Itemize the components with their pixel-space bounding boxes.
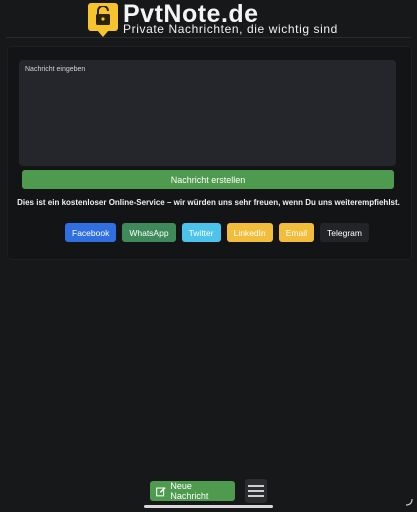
message-input[interactable] (19, 60, 396, 166)
hamburger-icon-bar (248, 485, 264, 487)
home-indicator[interactable] (144, 505, 273, 508)
app-header: PvtNote.de Private Nachrichten, die wich… (0, 0, 417, 38)
hamburger-icon-bar (248, 490, 264, 492)
lock-logo-icon (88, 3, 118, 37)
share-telegram-button[interactable]: Telegram (320, 223, 369, 242)
share-email-button[interactable]: Email (278, 223, 314, 242)
bottom-toolbar: Neue Nachricht (150, 479, 267, 503)
menu-button[interactable] (245, 479, 267, 503)
share-twitter-button[interactable]: Twitter (181, 223, 221, 242)
create-message-button[interactable]: Nachricht erstellen (22, 170, 394, 189)
header-divider (6, 37, 411, 38)
share-whatsapp-button[interactable]: WhatsApp (122, 223, 176, 242)
share-facebook-button[interactable]: Facebook (65, 223, 117, 242)
hamburger-icon-bar (248, 495, 264, 497)
new-message-button[interactable]: Neue Nachricht (150, 481, 235, 501)
info-text: Dies ist ein kostenloser Online-Service … (17, 198, 400, 207)
brand-tagline: Private Nachrichten, die wichtig sind (123, 22, 338, 36)
resize-grip-icon[interactable] (405, 498, 413, 506)
share-buttons: Facebook WhatsApp Twitter LinkedIn Email… (65, 223, 369, 242)
edit-icon (156, 486, 166, 496)
share-linkedin-button[interactable]: LinkedIn (226, 223, 273, 242)
new-message-label: Neue Nachricht (170, 481, 209, 501)
